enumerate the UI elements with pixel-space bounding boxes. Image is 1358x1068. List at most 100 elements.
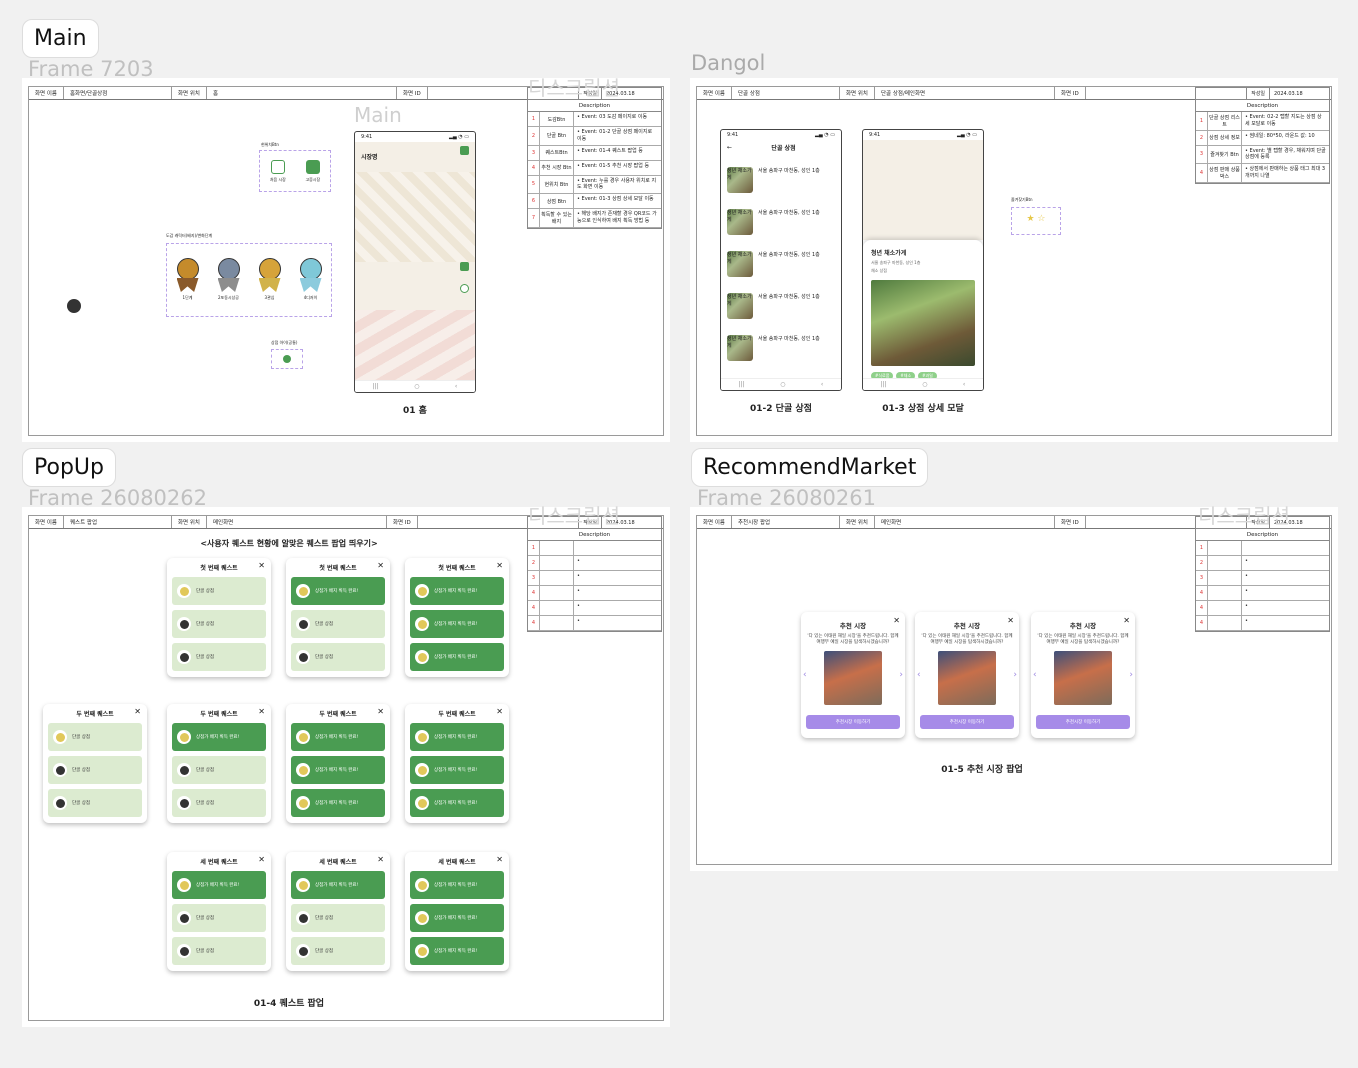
dangol-list-phone: 9:41 ▂▄ ◔ ▭ ← 단골 상점 청년 채소가게 서울 송파구 마천동, 성인 … [720, 129, 842, 391]
hdr-value: 홈화면/단골상점 [64, 87, 172, 99]
next-arrow-icon[interactable]: › [1129, 670, 1133, 680]
quest-popup-card[interactable]: 두 번째 퀘스트 ✕ 상점가 배지 획득 완료! 상점가 배지 획득 완료! 상점가 배… [286, 704, 390, 823]
close-icon[interactable]: ✕ [893, 616, 900, 625]
close-icon[interactable]: ✕ [134, 707, 141, 716]
quest-popup-card[interactable]: 두 번째 퀘스트 ✕ 단골 상점 단골 상점 단골 상점 [43, 704, 147, 823]
quest-popup-card[interactable]: 두 번째 퀘스트 ✕ 상점가 배지 획득 완료! 단골 상점 단골 상점 [167, 704, 271, 823]
quest-item: 상점가 배지 획득 완료! [410, 610, 504, 638]
close-icon[interactable]: ✕ [496, 707, 503, 716]
dangol-store-item[interactable]: 청년 채소가게 서울 송파구 마천동, 성인 1층 [721, 205, 841, 239]
description-row: 1 [528, 541, 661, 556]
quest-item: 상점가 배지 획득 완료! [291, 789, 385, 817]
market-photo [1054, 650, 1112, 705]
dangol-description-table: 작성일 2024.03.18 Description 1 단골 상점 리스트 • Ev… [1195, 87, 1330, 184]
prev-arrow-icon[interactable]: ‹ [917, 670, 921, 680]
caption-store-modal: 01-3 상점 상세 모달 [882, 404, 964, 414]
quest-item: 단골 상점 [172, 789, 266, 817]
location-button-icon[interactable] [460, 284, 469, 293]
go-market-button[interactable]: 추천시장 이동하기 [920, 715, 1014, 729]
quest-popup-card[interactable]: 세 번째 퀘스트 ✕ 상점가 배지 획득 완료! 상점가 배지 획득 완료! 상점가 배… [405, 852, 509, 971]
store-thumbnail: 청년 채소가게 [727, 293, 753, 319]
dangol-panel: 화면 이름 단골 상점 화면 위치 단골 상점/메인화면 화면 ID 9:41 ▂… [690, 78, 1338, 442]
section-tag-main[interactable]: Main [22, 19, 99, 58]
store-thumbnail: 청년 채소가게 [727, 335, 753, 361]
description-row: 2 단골 Btn • Event: 01-2 단골 상점 페이지로 이동 [528, 127, 661, 146]
prev-arrow-icon[interactable]: ‹ [1033, 670, 1037, 680]
quest-item: 단골 상점 [291, 937, 385, 965]
favorite-star-icon[interactable]: ★ ☆ [1011, 207, 1061, 235]
go-market-button[interactable]: 추천시장 이동하기 [806, 715, 900, 729]
description-row: 4 • [1196, 616, 1329, 631]
popup-panel: 화면 이름 퀘스트 팝업 화면 위치 메인화면 화면 ID <사용자 퀘스트 현… [22, 507, 670, 1027]
section-tag-popup[interactable]: PopUp [22, 448, 116, 487]
next-arrow-icon[interactable]: › [899, 670, 903, 680]
widget-item-1[interactable]: 처음 시장 [270, 159, 286, 183]
close-icon[interactable]: ✕ [377, 855, 384, 864]
quest-popup-card[interactable]: 첫 번째 퀘스트 ✕ 단골 상점 단골 상점 단골 상점 [167, 558, 271, 677]
popup-title: <사용자 퀘스트 현황에 알맞은 퀘스트 팝업 띄우기> [200, 539, 378, 548]
quest-item: 상점가 배지 획득 완료! [410, 756, 504, 784]
widget-item-2[interactable]: 고증시장 [305, 159, 320, 183]
dangol-store-item[interactable]: 청년 채소가게 서울 송파구 마천동, 성인 1층 [721, 247, 841, 281]
ghost-label-main: 디스크립션 [528, 76, 620, 100]
main-board: 화면 이름 홈화면/단골상점 화면 위치 홈 화면 ID 도감 캐릭터(배지)/… [28, 86, 664, 436]
quest-item: 단골 상점 [172, 610, 266, 638]
frame-label-recommend: Frame 26080261 [697, 486, 876, 510]
dangol-store-item[interactable]: 청년 채소가게 서울 송파구 마천동, 성인 1층 [721, 289, 841, 323]
close-icon[interactable]: ✕ [258, 561, 265, 570]
section-tag-recommend[interactable]: RecommendMarket [691, 448, 929, 487]
store-photo [871, 280, 975, 366]
recommend-market-card[interactable]: 추천 시장 ✕ '다 있는 이태원 재일 시장'을 추천드립니다. 함께 여행부 예… [801, 612, 905, 738]
frame-label-main: Frame 7203 [28, 57, 154, 81]
android-navbar: ||| ○ ‹ [355, 380, 475, 392]
description-row: 1 [1196, 541, 1329, 556]
home-phone: 9:41 ▂▄ ◔ ▭ 시장명 ||| ○ ‹ [354, 131, 476, 393]
store-modal-sheet: 청년 채소가게 서울 송파구 마천동, 성인 1층 채소 상점 #식료품 #채소… [863, 240, 983, 380]
recommend-market-card[interactable]: 추천 시장 ✕ '다 있는 이태원 재일 시장'을 추천드립니다. 함께 여행부 예… [1031, 612, 1135, 738]
dangol-store-item[interactable]: 청년 채소가게 서울 송파구 마천동, 성인 1층 [721, 163, 841, 197]
quest-button-icon[interactable] [460, 146, 469, 155]
close-icon[interactable]: ✕ [377, 707, 384, 716]
go-market-button[interactable]: 추천시장 이동하기 [1036, 715, 1130, 729]
badge-box [271, 349, 303, 369]
character-stage-3: 3관심 [255, 258, 285, 306]
quest-item: 상점가 배지 획득 완료! [172, 723, 266, 751]
dangol-store-item[interactable]: 청년 채소가게 서울 송파구 마천동, 성인 1층 [721, 331, 841, 365]
close-icon[interactable]: ✕ [1007, 616, 1014, 625]
dangol-board: 화면 이름 단골 상점 화면 위치 단골 상점/메인화면 화면 ID 9:41 ▂… [696, 86, 1332, 436]
dangol-appbar: ← 단골 상점 [727, 144, 796, 152]
close-icon[interactable]: ✕ [377, 561, 384, 570]
description-row: 3 퀘스트Btn • Event: 01-4 퀘스트 팝업 등 [528, 145, 661, 161]
quest-item: 상점가 배지 획득 완료! [291, 723, 385, 751]
market-photo [824, 650, 882, 705]
quest-popup-card[interactable]: 첫 번째 퀘스트 ✕ 상점가 배지 획득 완료! 상점가 배지 획득 완료! 상점가 배… [405, 558, 509, 677]
close-icon[interactable]: ✕ [496, 561, 503, 570]
close-icon[interactable]: ✕ [1123, 616, 1130, 625]
quest-item: 단골 상점 [172, 577, 266, 605]
quest-item: 상점가 배지 획득 완료! [291, 871, 385, 899]
description-row: 1 도감Btn • Event: 03 도감 페이지로 이동 [528, 112, 661, 127]
store-modal-phone: 9:41 ▂▄ ◔ ▭ 청년 채소가게 서울 송파구 마천동, 성인 1층 채소 … [862, 129, 984, 391]
quest-popup-card[interactable]: 세 번째 퀘스트 ✕ 상점가 배지 획득 완료! 단골 상점 단골 상점 [286, 852, 390, 971]
caption-dangol-list: 01-2 단골 상점 [750, 404, 812, 414]
map-view[interactable]: 시장명 [355, 142, 475, 380]
close-icon[interactable]: ✕ [258, 707, 265, 716]
recommend-button-icon[interactable] [460, 262, 469, 271]
close-icon[interactable]: ✕ [496, 855, 503, 864]
next-arrow-icon[interactable]: › [1013, 670, 1017, 680]
recommend-board: 화면 이름 추천시장 팝업 화면 위치 메인화면 화면 ID 추천 시장 ✕ '다 … [696, 515, 1332, 865]
quest-popup-card[interactable]: 첫 번째 퀘스트 ✕ 상점가 배지 획득 완료! 단골 상점 단골 상점 [286, 558, 390, 677]
frame-label-popup: Frame 26080262 [28, 486, 207, 510]
description-row: 5 현위치 Btn • Event: 누를 경우 사용자 위치로 지도 화면 이동 [528, 175, 661, 194]
widget-label: 현위치Btn [261, 142, 279, 147]
quest-popup-card[interactable]: 두 번째 퀘스트 ✕ 상점가 배지 획득 완료! 상점가 배지 획득 완료! 상점가 배… [405, 704, 509, 823]
close-icon[interactable]: ✕ [258, 855, 265, 864]
quest-item: 상점가 배지 획득 완료! [410, 871, 504, 899]
quest-popup-card[interactable]: 세 번째 퀘스트 ✕ 상점가 배지 획득 완료! 단골 상점 단골 상점 [167, 852, 271, 971]
quest-item: 상점가 배지 획득 완료! [410, 577, 504, 605]
quest-item: 상점가 배지 획득 완료! [410, 643, 504, 671]
prev-arrow-icon[interactable]: ‹ [803, 670, 807, 680]
hdr-label: 화면 위치 [172, 87, 207, 99]
recommend-market-card[interactable]: 추천 시장 ✕ '다 있는 이태원 재일 시장'을 추천드립니다. 함께 여행부 예… [915, 612, 1019, 738]
quest-item: 상점가 배지 획득 완료! [410, 904, 504, 932]
